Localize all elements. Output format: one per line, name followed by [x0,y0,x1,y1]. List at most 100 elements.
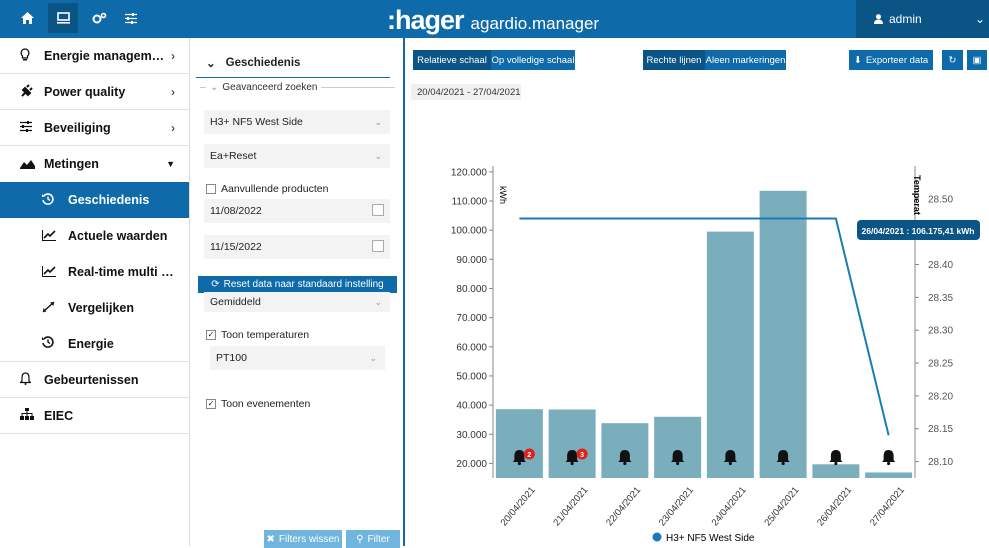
sidebar: Energie managem… › Power quality › Bevei… [0,38,190,546]
bell-clapper [517,461,521,466]
advanced-search-toggle[interactable]: ⌄ Geavanceerd zoeken [200,82,395,93]
chevron-down-icon: ⌄ [374,116,382,127]
main-panel: Relatieve schaal Op volledige schaal Rec… [405,38,989,546]
sidebar-item-beveiliging[interactable]: Beveiliging › [0,110,189,146]
bell-shape [882,450,896,462]
y-right-tick-label: 28.30 [928,326,953,337]
device-select[interactable]: H3+ NF5 West Side ⌄ [204,110,390,134]
y-left-tick-label: 70.000 [456,313,487,324]
extra-products-checkbox[interactable]: Aanvullende producten [206,183,328,195]
filter-label: Filter [367,533,390,545]
y-right-tick-label: 28.50 [928,194,953,205]
checkbox-box[interactable] [206,184,216,194]
sidebar-item-power-quality[interactable]: Power quality › [0,74,189,110]
show-events-checkbox[interactable]: ✓ Toon evenementen [206,398,310,410]
chart-bar [548,409,596,478]
x-tick-label: 21/04/2021 [551,485,590,528]
calendar-icon[interactable] [372,204,384,216]
bell-clapper [887,461,891,466]
brand: :hager agardio.manager [387,5,599,36]
sidebar-item-label: EIEC [44,408,74,423]
download-icon: ⬇ [853,54,862,66]
filter-button[interactable]: ⚲ Filter [346,530,400,548]
brand-logo: :hager [387,5,465,35]
y-right-tick-label: 28.25 [928,359,953,370]
sidebar-subitem-label: Real-time multi … [68,265,174,279]
refresh-icon: ↻ [948,54,957,66]
sidebar-item-energie-management[interactable]: Energie managem… › [0,38,189,74]
expand-icon: ▣ [972,54,982,66]
chart-legend[interactable]: H3+ NF5 West Side [652,532,755,545]
y-left-tick-label: 120.000 [451,167,488,178]
chevron-down-icon: ⌄ [374,150,382,161]
y-left-tick-label: 20.000 [456,459,487,470]
refresh-button[interactable]: ↻ [942,50,963,70]
extra-products-label: Aanvullende producten [221,183,329,195]
x-tick-label: 23/04/2021 [657,485,696,528]
event-count-label: 2 [527,452,531,459]
show-temperatures-checkbox[interactable]: ✓ Toon temperaturen [206,329,309,341]
event-count-label: 3 [580,452,584,459]
sidebar-subitem-real-time-multi[interactable]: Real-time multi … [0,254,189,290]
sidebar-subitem-vergelijken[interactable]: Vergelijken [0,290,189,326]
top-bar: :hager agardio.manager admin ⌄ [0,0,989,38]
aggregation-select[interactable]: Gemiddeld ⌄ [204,292,390,312]
sitemap-icon [20,408,44,423]
y-right-tick-label: 28.10 [928,457,953,468]
measurement-value: Ea+Reset [210,150,257,162]
x-tick-label: 24/04/2021 [710,485,749,528]
monitor-icon[interactable] [48,3,78,33]
bell-clapper [781,461,785,466]
y-left-tick-label: 60.000 [456,342,487,353]
sidebar-item-label: Metingen [44,157,99,171]
markers-only-button[interactable]: Aleen markeringen [705,50,786,70]
sidebar-item-metingen[interactable]: Metingen ▼ [0,146,189,182]
chart-bar [495,409,543,478]
search-icon: ⚲ [356,533,364,545]
sidebar-item-label: Energie managem… [44,48,165,63]
y-left-tick-label: 100.000 [451,226,488,237]
area-chart-icon [20,157,44,172]
user-menu[interactable]: admin ⌄ [856,0,989,38]
y-right-tick-label: 28.20 [928,391,953,402]
history-icon [42,192,68,208]
home-icon[interactable] [12,3,42,33]
bell-clapper [834,461,838,466]
reset-default-button[interactable]: ⟳ Reset data naar standaard instelling [198,276,397,293]
sidebar-subitem-actuele-waarden[interactable]: Actuele waarden [0,218,189,254]
sidebar-subitem-label: Vergelijken [68,301,135,315]
sidebar-subitem-energie[interactable]: Energie [0,326,189,362]
y-left-label: kWh [498,186,508,204]
export-data-button[interactable]: ⬇ Exporteer data [849,50,933,70]
checkbox-checked[interactable]: ✓ [206,330,216,340]
measurement-select[interactable]: Ea+Reset ⌄ [204,144,390,168]
relative-scale-button[interactable]: Relatieve schaal [413,50,491,70]
sidebar-item-label: Beveiliging [44,120,111,135]
sensor-select[interactable]: PT100 ⌄ [210,346,385,370]
filter-header[interactable]: ⌄ Geschiedenis [196,48,390,78]
sliders-icon[interactable] [116,3,146,33]
y-right-tick-label: 28.35 [928,293,953,304]
sidebar-item-gebeurtenissen[interactable]: Gebeurtenissen [0,362,189,398]
refresh-icon: ⟳ [211,279,220,290]
reset-label: Reset data naar standaard instelling [223,279,384,290]
bell-icon [19,371,44,388]
brand-product: agardio.manager [470,14,600,33]
sidebar-item-eiec[interactable]: EIEC [0,398,189,434]
sliders-icon [20,120,44,135]
export-label: Exporteer data [865,54,929,66]
checkbox-checked[interactable]: ✓ [206,399,216,409]
sidebar-subitem-geschiedenis[interactable]: Geschiedenis [0,182,189,218]
chart-bar [706,231,754,478]
straight-lines-button[interactable]: Rechte lijnen [643,50,705,70]
date-to-field[interactable]: 11/15/2022 [204,235,390,259]
full-scale-button[interactable]: Op volledige schaal [491,50,575,70]
calendar-icon[interactable] [372,240,384,252]
gears-icon[interactable] [84,3,114,33]
clear-filters-button[interactable]: ✖ Filters wissen [264,530,342,548]
bell-clapper [728,461,732,466]
y-left-tick-label: 50.000 [456,371,487,382]
show-events-label: Toon evenementen [221,398,311,410]
fullscreen-button[interactable]: ▣ [967,50,987,70]
date-from-field[interactable]: 11/08/2022 [204,199,390,223]
